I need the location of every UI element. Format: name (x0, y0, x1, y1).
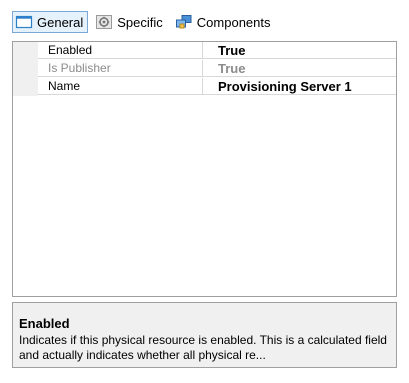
tab-specific-label: Specific (117, 14, 163, 30)
property-name: Name (38, 78, 203, 95)
components-icon (175, 14, 193, 30)
gear-icon (95, 14, 113, 30)
row-gutter (13, 78, 38, 96)
description-title: Enabled (19, 316, 70, 331)
tab-specific[interactable]: Specific (92, 11, 168, 33)
property-row-enabled[interactable]: Enabled True (13, 42, 396, 60)
property-row-name[interactable]: Name Provisioning Server 1 (13, 78, 396, 96)
property-value[interactable]: Provisioning Server 1 (203, 78, 396, 95)
tab-general[interactable]: General (12, 11, 89, 33)
tab-components-label: Components (196, 14, 271, 30)
property-grid: Enabled True Is Publisher True Name Prov… (12, 41, 397, 297)
description-panel: Enabled Indicates if this physical resou… (12, 302, 397, 368)
row-gutter (13, 60, 38, 78)
description-text: Indicates if this physical resource is e… (19, 333, 387, 362)
row-gutter (13, 42, 38, 60)
property-name: Enabled (38, 42, 203, 59)
property-value[interactable]: True (203, 42, 396, 59)
tab-bar: General Specific Components (12, 10, 280, 34)
tab-general-label: General (37, 14, 84, 30)
property-value: True (203, 60, 396, 77)
window-icon (15, 14, 33, 30)
property-row-is-publisher[interactable]: Is Publisher True (13, 60, 396, 78)
property-name: Is Publisher (38, 60, 203, 77)
tab-components[interactable]: Components (172, 11, 276, 33)
